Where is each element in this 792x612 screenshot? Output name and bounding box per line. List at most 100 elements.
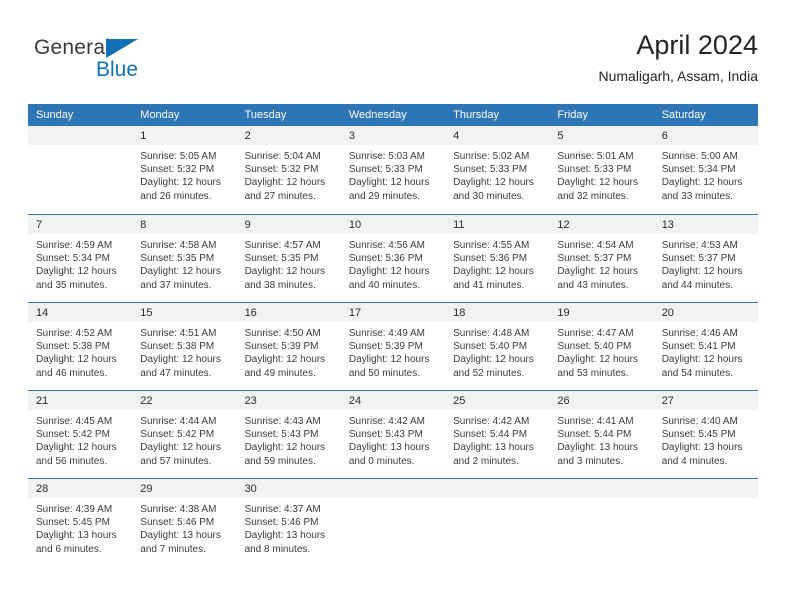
- day-info: [341, 498, 445, 503]
- day-number-band: 8: [132, 215, 237, 234]
- day-number-band: 7: [28, 215, 133, 234]
- day-info: [549, 498, 653, 503]
- day-cell[interactable]: 22 Sunrise: 4:44 AM Sunset: 5:42 PM Dayl…: [132, 391, 237, 478]
- day-number: 11: [453, 219, 465, 231]
- sunrise-text: Sunrise: 4:40 AM: [661, 416, 738, 427]
- daylight-text-line2: and 40 minutes.: [348, 279, 421, 291]
- day-cell[interactable]: 11 Sunrise: 4:55 AM Sunset: 5:36 PM Dayl…: [445, 215, 550, 302]
- day-info: Sunrise: 4:40 AM Sunset: 5:45 PM Dayligh…: [654, 410, 758, 468]
- daylight-text-line2: and 47 minutes.: [140, 367, 212, 379]
- page-title: April 2024: [636, 30, 758, 60]
- calendar-week-row: 21 Sunrise: 4:45 AM Sunset: 5:42 PM Dayl…: [28, 390, 758, 478]
- day-cell[interactable]: 13 Sunrise: 4:53 AM Sunset: 5:37 PM Dayl…: [653, 215, 758, 302]
- sunset-text: Sunset: 5:34 PM: [36, 253, 110, 265]
- day-cell[interactable]: 4 Sunrise: 5:02 AM Sunset: 5:33 PM Dayli…: [445, 126, 550, 214]
- daylight-text-line1: Daylight: 13 hours: [244, 530, 326, 542]
- day-number: 21: [36, 395, 49, 407]
- day-number-band: 6: [653, 126, 758, 145]
- daylight-text-line2: and 41 minutes.: [453, 279, 525, 291]
- day-info: Sunrise: 4:44 AM Sunset: 5:42 PM Dayligh…: [132, 410, 236, 468]
- day-number-band: [549, 479, 654, 498]
- day-number-band: 28: [28, 479, 133, 498]
- day-number-band: 3: [340, 126, 446, 145]
- daylight-text-line2: and 29 minutes.: [348, 190, 421, 202]
- day-cell[interactable]: 25 Sunrise: 4:42 AM Sunset: 5:44 PM Dayl…: [445, 391, 550, 478]
- sunset-text: Sunset: 5:40 PM: [557, 341, 632, 353]
- sunset-text: Sunset: 5:42 PM: [36, 429, 110, 441]
- day-cell[interactable]: 30 Sunrise: 4:37 AM Sunset: 5:46 PM Dayl…: [236, 479, 341, 566]
- day-number: 8: [140, 219, 147, 231]
- daylight-text-line2: and 52 minutes.: [453, 367, 525, 379]
- daylight-text-line2: and 35 minutes.: [36, 279, 108, 291]
- daylight-text-line2: and 49 minutes.: [244, 367, 316, 379]
- day-cell[interactable]: 12 Sunrise: 4:54 AM Sunset: 5:37 PM Dayl…: [549, 215, 654, 302]
- day-cell[interactable]: 28 Sunrise: 4:39 AM Sunset: 5:45 PM Dayl…: [28, 479, 133, 566]
- day-cell[interactable]: 17 Sunrise: 4:49 AM Sunset: 5:39 PM Dayl…: [340, 303, 446, 390]
- day-number: 9: [244, 219, 251, 231]
- daylight-text-line1: Daylight: 12 hours: [244, 442, 326, 454]
- day-number-band: 11: [445, 215, 550, 234]
- day-cell[interactable]: 1 Sunrise: 5:05 AM Sunset: 5:32 PM Dayli…: [132, 126, 237, 214]
- day-cell[interactable]: 7 Sunrise: 4:59 AM Sunset: 5:34 PM Dayli…: [28, 215, 133, 302]
- day-cell[interactable]: 23 Sunrise: 4:43 AM Sunset: 5:43 PM Dayl…: [236, 391, 341, 478]
- day-cell[interactable]: 19 Sunrise: 4:47 AM Sunset: 5:40 PM Dayl…: [549, 303, 654, 390]
- day-cell[interactable]: 16 Sunrise: 4:50 AM Sunset: 5:39 PM Dayl…: [236, 303, 341, 390]
- daylight-text-line1: Daylight: 12 hours: [661, 354, 743, 366]
- day-number-band: [445, 479, 550, 498]
- day-cell[interactable]: 9 Sunrise: 4:57 AM Sunset: 5:35 PM Dayli…: [236, 215, 341, 302]
- sunset-text: Sunset: 5:42 PM: [140, 429, 215, 441]
- daylight-text-line2: and 44 minutes.: [661, 279, 733, 291]
- day-cell[interactable]: 15 Sunrise: 4:51 AM Sunset: 5:38 PM Dayl…: [132, 303, 237, 390]
- day-cell[interactable]: 26 Sunrise: 4:41 AM Sunset: 5:44 PM Dayl…: [549, 391, 654, 478]
- day-cell[interactable]: 6 Sunrise: 5:00 AM Sunset: 5:34 PM Dayli…: [653, 126, 758, 214]
- sunrise-text: Sunrise: 4:39 AM: [36, 504, 113, 515]
- day-number-band: 1: [132, 126, 237, 145]
- day-cell[interactable]: 10 Sunrise: 4:56 AM Sunset: 5:36 PM Dayl…: [340, 215, 446, 302]
- day-cell[interactable]: 29 Sunrise: 4:38 AM Sunset: 5:46 PM Dayl…: [132, 479, 237, 566]
- daylight-text-line2: and 57 minutes.: [140, 455, 212, 467]
- day-cell[interactable]: 5 Sunrise: 5:01 AM Sunset: 5:33 PM Dayli…: [549, 126, 654, 214]
- daylight-text-line1: Daylight: 12 hours: [140, 177, 221, 189]
- general-blue-logo[interactable]: General Blue: [34, 36, 174, 92]
- daylight-text-line1: Daylight: 12 hours: [557, 266, 639, 278]
- day-number: 20: [661, 307, 674, 319]
- day-cell[interactable]: 14 Sunrise: 4:52 AM Sunset: 5:38 PM Dayl…: [28, 303, 133, 390]
- sunset-text: Sunset: 5:38 PM: [140, 341, 215, 353]
- logo-text-blue: Blue: [96, 58, 139, 81]
- sunset-text: Sunset: 5:37 PM: [661, 253, 736, 265]
- day-cell[interactable]: 8 Sunrise: 4:58 AM Sunset: 5:35 PM Dayli…: [132, 215, 237, 302]
- day-cell[interactable]: 20 Sunrise: 4:46 AM Sunset: 5:41 PM Dayl…: [653, 303, 758, 390]
- day-number-band: 19: [549, 303, 654, 322]
- day-number: 4: [453, 130, 460, 142]
- day-number-band: 24: [340, 391, 446, 410]
- day-cell[interactable]: 3 Sunrise: 5:03 AM Sunset: 5:33 PM Dayli…: [340, 126, 446, 214]
- day-info: Sunrise: 4:57 AM Sunset: 5:35 PM Dayligh…: [237, 234, 341, 292]
- daylight-text-line2: and 27 minutes.: [244, 190, 316, 202]
- sunrise-text: Sunrise: 4:45 AM: [36, 416, 113, 427]
- day-cell[interactable]: 2 Sunrise: 5:04 AM Sunset: 5:32 PM Dayli…: [236, 126, 341, 214]
- day-cell[interactable]: 18 Sunrise: 4:48 AM Sunset: 5:40 PM Dayl…: [445, 303, 550, 390]
- sunset-text: Sunset: 5:46 PM: [140, 517, 215, 529]
- calendar-week-row: 14 Sunrise: 4:52 AM Sunset: 5:38 PM Dayl…: [28, 302, 758, 390]
- daylight-text-line2: and 3 minutes.: [557, 455, 624, 467]
- sunrise-text: Sunrise: 4:51 AM: [140, 328, 217, 339]
- day-number: 1: [140, 130, 147, 142]
- day-info: Sunrise: 4:49 AM Sunset: 5:39 PM Dayligh…: [341, 322, 445, 380]
- day-cell[interactable]: 27 Sunrise: 4:40 AM Sunset: 5:45 PM Dayl…: [653, 391, 758, 478]
- daylight-text-line2: and 53 minutes.: [557, 367, 629, 379]
- sunrise-text: Sunrise: 4:46 AM: [661, 328, 738, 339]
- daylight-text-line2: and 32 minutes.: [557, 190, 629, 202]
- sunset-text: Sunset: 5:37 PM: [557, 253, 632, 265]
- sunrise-text: Sunrise: 4:44 AM: [140, 416, 217, 427]
- day-number-band: 10: [340, 215, 446, 234]
- day-info: Sunrise: 4:46 AM Sunset: 5:41 PM Dayligh…: [654, 322, 758, 380]
- day-number: 14: [36, 307, 49, 319]
- day-info: Sunrise: 5:03 AM Sunset: 5:33 PM Dayligh…: [341, 145, 445, 203]
- day-cell[interactable]: 24 Sunrise: 4:42 AM Sunset: 5:43 PM Dayl…: [340, 391, 446, 478]
- day-number: 29: [140, 483, 153, 495]
- sunset-text: Sunset: 5:35 PM: [244, 253, 319, 265]
- sunset-text: Sunset: 5:46 PM: [244, 517, 319, 529]
- sunset-text: Sunset: 5:43 PM: [244, 429, 319, 441]
- day-cell[interactable]: 21 Sunrise: 4:45 AM Sunset: 5:42 PM Dayl…: [28, 391, 133, 478]
- daylight-text-line2: and 6 minutes.: [36, 543, 102, 555]
